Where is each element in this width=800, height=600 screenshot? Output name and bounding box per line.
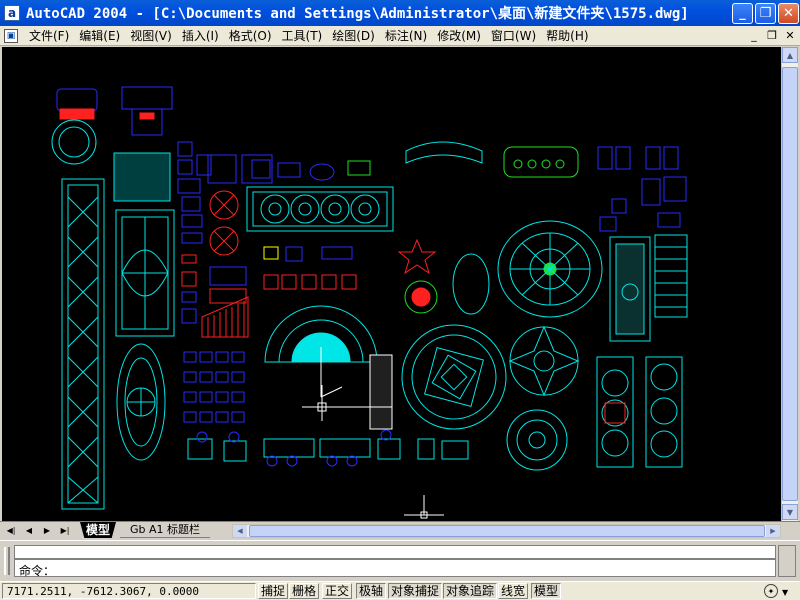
cad-block-furniture-cluster-a [177,141,212,324]
model-space-toggle[interactable]: 模型 [531,583,562,599]
scroll-up-arrow-icon[interactable]: ▲ [782,47,798,63]
cad-block-semicircle-fan [264,305,378,398]
menu-help[interactable]: 帮助(H) [541,26,593,46]
cad-block-round-table-top [51,88,98,165]
menu-view[interactable]: 视图(V) [125,26,177,46]
tab-first-icon[interactable]: ◀| [4,523,18,537]
ucs-icon [404,495,444,519]
cad-block-gear-rosette [506,409,568,471]
polar-toggle[interactable]: 极轴 [356,583,387,599]
title-bar: a AutoCAD 2004 - [C:\Documents and Setti… [0,0,800,26]
restore-button[interactable]: ❐ [755,3,776,24]
cad-block-sofa-top [503,146,579,178]
menu-format[interactable]: 格式(O) [224,26,277,46]
cad-block-right-ladder [654,234,688,318]
snap-toggle[interactable]: 捕捉 [258,583,289,599]
menu-insert[interactable]: 插入(I) [177,26,224,46]
coordinate-readout[interactable]: 7171.2511, -7612.3067, 0.0000 [2,583,256,599]
cad-block-oval-medallion [452,253,490,315]
scroll-left-arrow-icon[interactable]: ◀ [233,525,247,537]
minimize-button[interactable]: _ [732,3,753,24]
scroll-right-arrow-icon[interactable]: ▶ [766,525,780,537]
cad-block-red-circle-cross-a [209,190,239,256]
tab-next-icon[interactable]: ▶ [40,523,54,537]
cad-drawing [51,86,688,519]
command-window-grip[interactable] [4,547,10,575]
tab-prev-icon[interactable]: ◀ [22,523,36,537]
horizontal-scroll-thumb[interactable] [249,525,765,537]
document-icon[interactable]: ▣ [4,28,18,43]
cad-block-star-rosette [508,325,580,397]
document-minimize-button[interactable]: _ [746,28,762,43]
menu-modify[interactable]: 修改(M) [432,26,486,46]
menu-window[interactable]: 窗口(W) [486,26,541,46]
cad-block-right-tall-panel-c [645,356,683,468]
menu-edit[interactable]: 编辑(E) [74,26,125,46]
command-prompt: 命令： [19,564,56,578]
cad-block-curved-bench [405,141,483,164]
command-history [14,545,776,559]
vertical-scrollbar[interactable]: ▲ ▼ [781,47,798,521]
grid-toggle[interactable]: 栅格 [289,583,320,599]
cad-block-carpet [113,152,171,202]
cad-block-tall-column [61,178,105,510]
cad-block-right-tall-panel-b [596,356,634,468]
document-close-button[interactable]: ✕ [782,28,798,43]
cad-block-red-chairs [263,274,357,290]
horizontal-scrollbar[interactable]: ◀ ▶ [232,524,781,538]
window-title: AutoCAD 2004 - [C:\Documents and Setting… [26,6,689,22]
scroll-down-arrow-icon[interactable]: ▼ [782,504,798,520]
cad-block-long-panel [246,186,394,232]
communication-center-icon[interactable]: ✦ [764,584,778,598]
ortho-toggle[interactable]: 正交 [322,583,353,599]
tab-layout-gb-a1[interactable]: Gb A1 标题栏 [120,522,211,538]
document-restore-button[interactable]: ❐ [764,28,780,43]
cad-block-oval-ornament [116,343,166,461]
autocad-app-icon[interactable]: a [4,5,20,21]
drawing-canvas[interactable] [2,47,781,521]
close-button[interactable]: ✕ [778,3,799,24]
osnap-toggle[interactable]: 对象捕捉 [388,583,443,599]
cad-block-bed-small [121,86,173,136]
menu-bar: ▣ 文件(F) 编辑(E) 视图(V) 插入(I) 格式(O) 工具(T) 绘图… [0,26,800,46]
cad-block-green-flower [404,280,438,314]
menu-tools[interactable]: 工具(T) [277,26,328,46]
cad-block-spiral-round [401,324,507,430]
cad-block-right-tall-panel-a [609,236,651,342]
autocad-window: a AutoCAD 2004 - [C:\Documents and Setti… [0,0,800,600]
command-scrollbar[interactable] [778,545,796,577]
command-input[interactable]: 命令： [14,559,776,578]
status-bar: 7171.2511, -7612.3067, 0.0000 捕捉 栅格 正交 极… [0,581,800,600]
menu-draw[interactable]: 绘图(D) [327,26,380,46]
cad-block-large-rosette [497,220,603,318]
otrack-toggle[interactable]: 对象追踪 [443,583,498,599]
cad-block-red-star [397,238,437,275]
cad-block-door-panel [115,209,175,337]
menu-dimension[interactable]: 标注(N) [380,26,432,46]
lineweight-toggle[interactable]: 线宽 [498,583,529,599]
layout-tab-bar: ◀| ◀ ▶ ▶| 模型 Gb A1 标题栏 ◀ ▶ [0,521,800,538]
cad-block-hatched-panel [369,354,393,430]
command-window: 命令： [0,540,800,580]
cad-block-table-grid [183,351,245,423]
cad-block-beds-top-right [597,146,687,232]
tab-last-icon[interactable]: ▶| [58,523,72,537]
tab-model[interactable]: 模型 [80,522,117,538]
vertical-scroll-thumb[interactable] [782,67,798,501]
tray-menu-arrow-icon[interactable]: ▼ [782,588,792,597]
menu-file[interactable]: 文件(F) [24,26,74,46]
